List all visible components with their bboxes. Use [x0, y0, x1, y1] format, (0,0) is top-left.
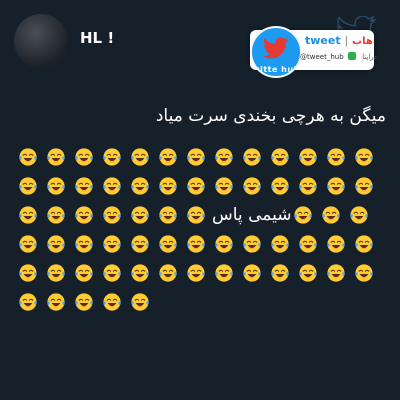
emoji-row — [18, 287, 382, 316]
face-with-tears-of-joy-icon — [158, 234, 178, 254]
face-with-tears-of-joy-icon — [242, 263, 262, 283]
emoji-row — [18, 171, 382, 200]
face-with-tears-of-joy-icon — [18, 147, 38, 167]
face-with-tears-of-joy-icon — [326, 147, 346, 167]
face-with-tears-of-joy-icon — [74, 292, 94, 312]
face-with-tears-of-joy-icon — [214, 263, 234, 283]
emoji-row: شیمی پاس — [18, 200, 382, 229]
face-with-tears-of-joy-icon — [158, 263, 178, 283]
face-with-tears-of-joy-icon — [214, 176, 234, 196]
watermark-logo: witte hub — [250, 26, 302, 78]
face-with-tears-of-joy-icon — [354, 176, 374, 196]
face-with-tears-of-joy-icon — [74, 147, 94, 167]
face-with-tears-of-joy-icon — [349, 205, 369, 225]
face-with-tears-of-joy-icon — [130, 234, 150, 254]
face-with-tears-of-joy-icon — [326, 234, 346, 254]
face-with-tears-of-joy-icon — [321, 205, 341, 225]
verified-check-icon — [347, 52, 356, 60]
face-with-tears-of-joy-icon — [46, 263, 66, 283]
author-display-name[interactable]: HL ! — [80, 29, 114, 47]
face-with-tears-of-joy-icon — [130, 292, 150, 312]
watermark-logo-text: witte hub — [252, 65, 300, 74]
face-with-tears-of-joy-icon — [354, 263, 374, 283]
face-with-tears-of-joy-icon — [102, 292, 122, 312]
face-with-tears-of-joy-icon — [130, 263, 150, 283]
face-with-tears-of-joy-icon — [326, 263, 346, 283]
face-with-tears-of-joy-icon — [18, 263, 38, 283]
face-with-tears-of-joy-icon — [74, 205, 94, 225]
watermark-badge: witte hub tweet | هاب @tweet_hub دراپتا — [250, 26, 377, 78]
face-with-tears-of-joy-icon — [242, 176, 262, 196]
face-with-tears-of-joy-icon — [46, 234, 66, 254]
face-with-tears-of-joy-icon — [186, 234, 206, 254]
face-with-tears-of-joy-icon — [46, 176, 66, 196]
face-with-tears-of-joy-icon — [298, 176, 318, 196]
face-with-tears-of-joy-icon — [298, 263, 318, 283]
face-with-tears-of-joy-icon — [130, 147, 150, 167]
face-with-tears-of-joy-icon — [270, 147, 290, 167]
face-with-tears-of-joy-icon — [102, 234, 122, 254]
tweet-inline-phrase: شیمی پاس — [212, 204, 292, 225]
face-with-tears-of-joy-icon — [102, 176, 122, 196]
face-with-tears-of-joy-icon — [102, 205, 122, 225]
watermark-handle: @tweet_hub — [300, 53, 344, 61]
emoji-row — [18, 229, 382, 258]
face-with-tears-of-joy-icon — [298, 234, 318, 254]
tweet-line-1: میگن به هرچی بخندی سرت میاد — [155, 106, 386, 126]
watermark-brand-label: tweet — [305, 34, 341, 47]
twitter-bird-red-icon — [263, 37, 289, 59]
face-with-tears-of-joy-icon — [214, 234, 234, 254]
watermark-handle-line: @tweet_hub دراپتا — [300, 52, 377, 61]
watermark-brand: tweet | هاب — [305, 34, 373, 47]
watermark-handle-alt: دراپتا — [362, 53, 377, 61]
face-with-tears-of-joy-icon — [186, 205, 206, 225]
face-with-tears-of-joy-icon — [46, 205, 66, 225]
face-with-tears-of-joy-icon — [46, 292, 66, 312]
emoji-row — [18, 258, 382, 287]
face-with-tears-of-joy-icon — [214, 147, 234, 167]
face-with-tears-of-joy-icon — [158, 176, 178, 196]
face-with-tears-of-joy-icon — [102, 147, 122, 167]
face-with-tears-of-joy-icon — [46, 147, 66, 167]
face-with-tears-of-joy-icon — [130, 176, 150, 196]
emoji-row — [18, 142, 382, 171]
face-with-tears-of-joy-icon — [158, 147, 178, 167]
face-with-tears-of-joy-icon — [293, 205, 313, 225]
face-with-tears-of-joy-icon — [186, 176, 206, 196]
watermark-alt-label: هاب — [352, 36, 373, 47]
face-with-tears-of-joy-icon — [74, 234, 94, 254]
face-with-tears-of-joy-icon — [270, 263, 290, 283]
face-with-tears-of-joy-icon — [242, 147, 262, 167]
watermark-separator: | — [344, 34, 349, 47]
face-with-tears-of-joy-icon — [18, 205, 38, 225]
face-with-tears-of-joy-icon — [74, 176, 94, 196]
emoji-block: شیمی پاس — [18, 142, 382, 316]
face-with-tears-of-joy-icon — [242, 234, 262, 254]
face-with-tears-of-joy-icon — [186, 147, 206, 167]
face-with-tears-of-joy-icon — [18, 176, 38, 196]
face-with-tears-of-joy-icon — [158, 205, 178, 225]
face-with-tears-of-joy-icon — [186, 263, 206, 283]
face-with-tears-of-joy-icon — [18, 234, 38, 254]
face-with-tears-of-joy-icon — [298, 147, 318, 167]
face-with-tears-of-joy-icon — [270, 176, 290, 196]
face-with-tears-of-joy-icon — [102, 263, 122, 283]
avatar[interactable] — [14, 14, 68, 68]
face-with-tears-of-joy-icon — [354, 147, 374, 167]
tweet-text: میگن به هرچی بخندی سرت میاد — [14, 104, 386, 130]
face-with-tears-of-joy-icon — [326, 176, 346, 196]
face-with-tears-of-joy-icon — [74, 263, 94, 283]
face-with-tears-of-joy-icon — [354, 234, 374, 254]
face-with-tears-of-joy-icon — [130, 205, 150, 225]
face-with-tears-of-joy-icon — [18, 292, 38, 312]
face-with-tears-of-joy-icon — [270, 234, 290, 254]
